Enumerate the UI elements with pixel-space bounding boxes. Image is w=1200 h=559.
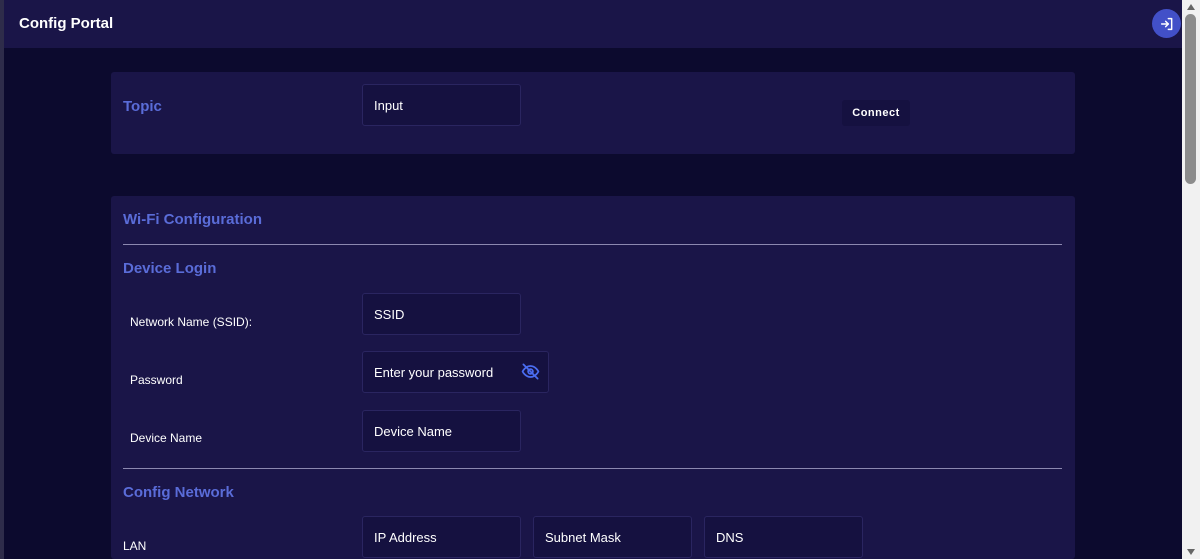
topic-input-value: Input bbox=[374, 97, 403, 113]
ssid-label: Network Name (SSID): bbox=[130, 315, 253, 329]
dns-input[interactable]: DNS bbox=[704, 516, 863, 558]
device-name-input-value: Device Name bbox=[374, 423, 453, 439]
ip-address-value: IP Address bbox=[374, 529, 437, 545]
password-placeholder: Enter your password bbox=[374, 364, 494, 380]
subnet-mask-input[interactable]: Subnet Mask bbox=[533, 516, 692, 558]
topic-input[interactable]: Input bbox=[362, 84, 521, 126]
logout-icon bbox=[1160, 17, 1172, 30]
ssid-input[interactable]: SSID bbox=[362, 293, 521, 335]
connect-button[interactable]: Connect bbox=[842, 100, 910, 126]
vertical-scrollbar[interactable] bbox=[1182, 0, 1200, 559]
config-network-title: Config Network bbox=[123, 484, 234, 501]
app-header: Config Portal bbox=[4, 0, 1182, 48]
device-name-input[interactable]: Device Name bbox=[362, 410, 521, 452]
device-login-title: Device Login bbox=[123, 260, 217, 277]
eye-slash-icon[interactable] bbox=[521, 362, 540, 381]
password-label: Password bbox=[130, 373, 183, 387]
logout-button[interactable] bbox=[1152, 9, 1181, 38]
ip-address-input[interactable]: IP Address bbox=[362, 516, 521, 558]
scrollbar-thumb[interactable] bbox=[1185, 14, 1196, 184]
dns-value: DNS bbox=[716, 529, 744, 545]
topic-card bbox=[111, 72, 1075, 154]
wifi-config-card bbox=[111, 196, 1075, 559]
subnet-mask-value: Subnet Mask bbox=[545, 529, 621, 545]
device-name-label: Device Name bbox=[130, 431, 203, 445]
divider bbox=[123, 244, 1062, 245]
scroll-down-icon[interactable] bbox=[1187, 549, 1195, 555]
topic-title: Topic bbox=[123, 98, 162, 115]
lan-label: LAN bbox=[123, 539, 147, 553]
scroll-up-icon[interactable] bbox=[1187, 4, 1195, 10]
divider bbox=[123, 468, 1062, 469]
app-title: Config Portal bbox=[19, 15, 114, 32]
wifi-config-title: Wi-Fi Configuration bbox=[123, 211, 262, 228]
ssid-input-value: SSID bbox=[374, 306, 405, 322]
